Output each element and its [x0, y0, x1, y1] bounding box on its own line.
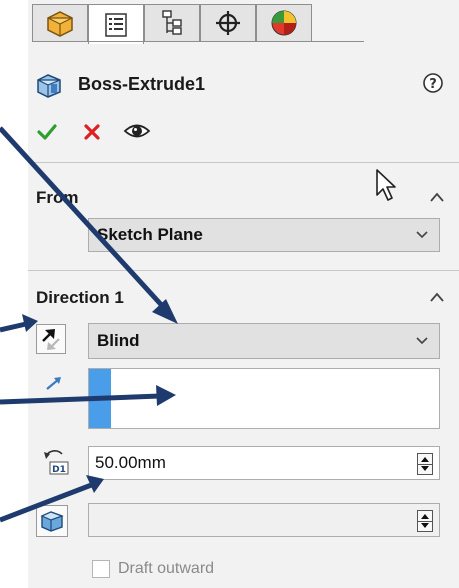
annotation-arrow-to-reverse-direction	[0, 321, 27, 333]
annotation-arrows	[0, 126, 178, 523]
annotation-arrowhead	[156, 385, 176, 406]
annotation-arrow-to-depth	[0, 481, 95, 523]
annotation-arrow-to-end-condition	[0, 126, 168, 312]
annotation-arrowhead	[152, 299, 178, 324]
annotation-arrowhead	[22, 314, 38, 332]
annotation-arrow-to-selection-box	[0, 393, 161, 405]
